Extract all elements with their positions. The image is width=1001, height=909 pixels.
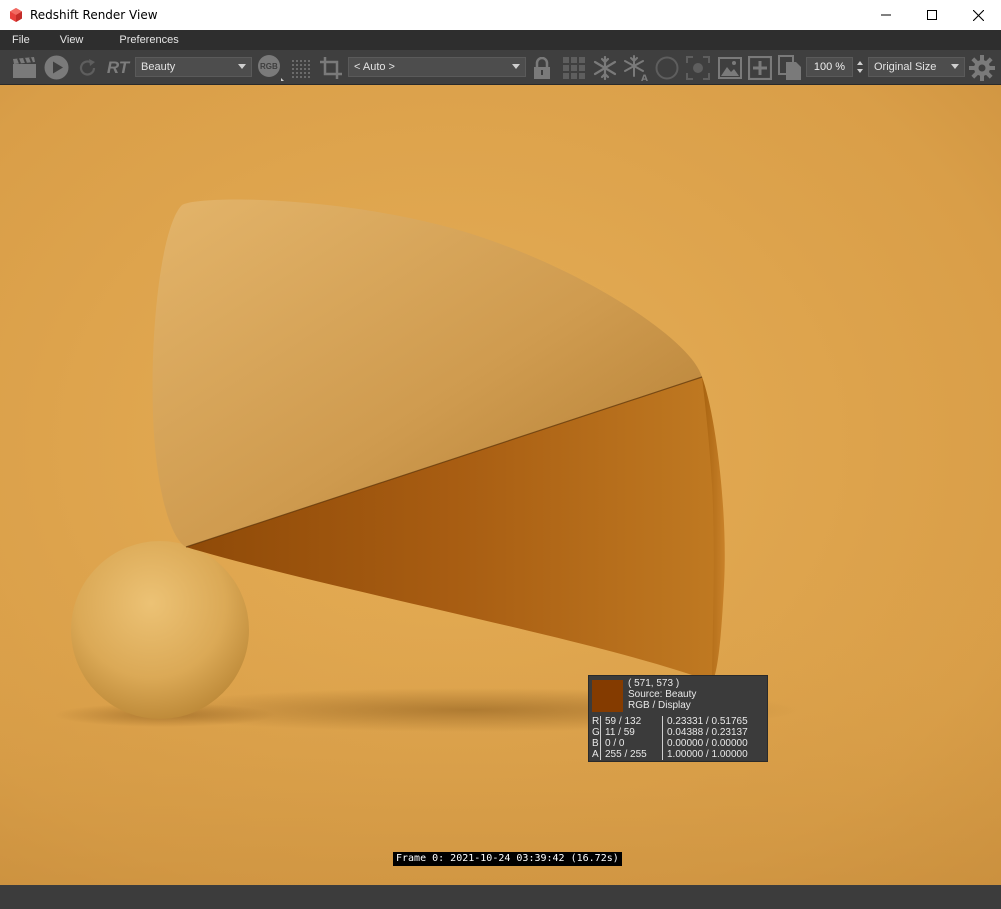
sample-dots-button[interactable]: [288, 54, 312, 81]
snowflake-icon: [593, 55, 617, 80]
pixel-row-b: B0 / 0 0.00000 / 0.00000: [592, 738, 748, 749]
aov-dropdown[interactable]: Beauty: [135, 57, 252, 77]
svg-text:A: A: [641, 74, 648, 81]
crop-button[interactable]: [317, 54, 345, 81]
settings-button[interactable]: [968, 54, 996, 81]
circle-toggle-button[interactable]: [654, 54, 680, 81]
pixel-color-swatch: [592, 680, 623, 712]
add-snapshot-button[interactable]: [746, 54, 774, 81]
camera-dropdown-value: < Auto >: [354, 61, 395, 73]
lock-icon: [534, 56, 550, 79]
lock-button[interactable]: [530, 54, 554, 81]
snapshot-button[interactable]: [716, 54, 744, 81]
play-icon: [44, 55, 68, 80]
chevron-down-icon: [238, 64, 246, 69]
snowflake-a-icon: A: [624, 54, 648, 81]
pixel-source: Source: Beauty: [628, 689, 697, 700]
freeze-a-button[interactable]: A: [622, 54, 650, 81]
pixel-info-panel: ( 571, 573 ) Source: Beauty RGB / Displa…: [588, 675, 768, 762]
frame-info-label: Frame 0: 2021-10-24 03:39:42 (16.72s): [393, 852, 622, 866]
refresh-icon: [79, 58, 96, 76]
rt-label: RT: [106, 57, 130, 77]
zoom-input[interactable]: 100 %: [806, 57, 853, 77]
toolbar: RT Beauty RGB < Auto > A 100 % Original …: [0, 50, 1001, 85]
size-dropdown-value: Original Size: [874, 61, 937, 73]
clapboard-icon: [12, 56, 36, 78]
zoom-spinner-icon[interactable]: [855, 57, 865, 77]
bucket-grid-button[interactable]: [561, 54, 587, 81]
pixel-mode: RGB / Display: [628, 700, 691, 711]
crop-icon: [320, 56, 342, 79]
pixel-coords: ( 571, 573 ): [628, 678, 680, 689]
minimize-icon: [881, 14, 891, 16]
copy-icon: [778, 54, 801, 80]
aov-dropdown-value: Beauty: [141, 61, 176, 73]
focus-icon: [686, 55, 710, 80]
menu-file[interactable]: File: [0, 30, 42, 50]
render-viewport[interactable]: ( 571, 573 ) Source: Beauty RGB / Displa…: [0, 85, 1001, 885]
pixel-row-r: R 59 / 132 0.23331 / 0.51765: [592, 716, 748, 727]
chevron-down-icon: [951, 64, 959, 69]
title-bar: Redshift Render View: [0, 0, 1001, 30]
menu-view[interactable]: View: [42, 30, 96, 50]
render-image: [0, 85, 1001, 885]
chevron-down-icon: [512, 64, 520, 69]
rt-toggle-button[interactable]: RT: [104, 54, 132, 81]
add-image-icon: [748, 55, 772, 80]
grid-icon: [563, 56, 585, 79]
image-icon: [718, 56, 742, 79]
maximize-button[interactable]: [909, 0, 955, 30]
zoom-value: 100 %: [813, 61, 846, 73]
size-dropdown[interactable]: Original Size: [868, 57, 965, 77]
maximize-icon: [927, 10, 937, 20]
close-button[interactable]: [955, 0, 1001, 30]
copy-button[interactable]: [776, 54, 804, 81]
start-render-button[interactable]: [42, 54, 70, 81]
close-icon: [972, 9, 984, 21]
render-sequence-button[interactable]: [10, 54, 38, 81]
camera-dropdown[interactable]: < Auto >: [348, 57, 526, 77]
rgb-button[interactable]: RGB: [256, 54, 284, 81]
focus-button[interactable]: [685, 54, 711, 81]
settings-gear-icon: [969, 54, 995, 81]
dots-grid-icon: [292, 59, 310, 78]
status-bar: [0, 885, 1001, 909]
freeze-button[interactable]: [591, 54, 619, 81]
menu-bar: File View Preferences: [0, 30, 1001, 50]
redshift-logo-icon: [10, 8, 22, 22]
menu-preferences[interactable]: Preferences: [95, 30, 190, 50]
rgb-label: RGB: [260, 62, 278, 71]
refresh-button[interactable]: [76, 54, 100, 81]
minimize-button[interactable]: [863, 0, 909, 30]
window-title: Redshift Render View: [30, 8, 158, 22]
circle-icon: [655, 56, 679, 79]
pixel-row-a: A 255 / 255 1.00000 / 1.00000: [592, 749, 748, 760]
pixel-row-g: G 11 / 59 0.04388 / 0.23137: [592, 727, 748, 738]
